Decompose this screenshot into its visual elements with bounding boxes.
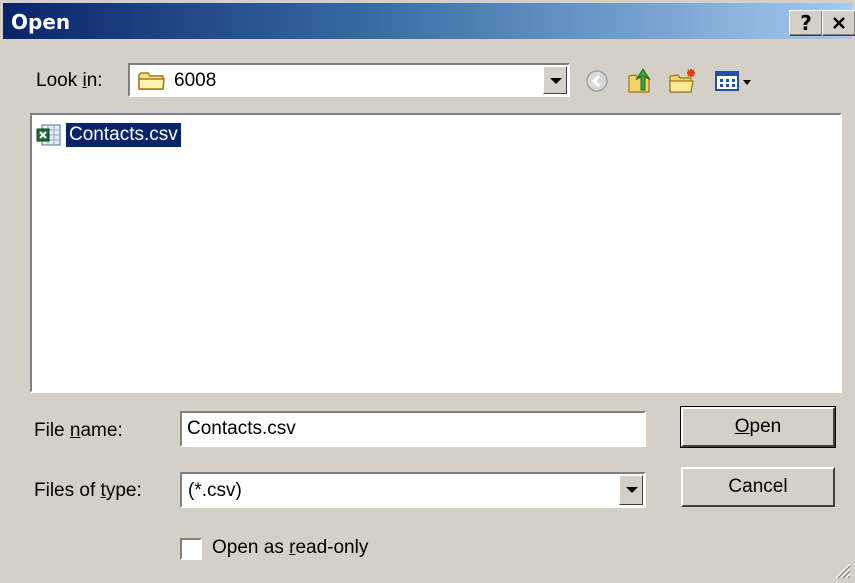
cancel-button[interactable]: Cancel <box>681 467 835 507</box>
back-arrow-icon[interactable] <box>582 66 612 96</box>
read-only-label-post: ead-only <box>295 537 369 558</box>
file-name-label: Contacts.csv <box>65 122 182 148</box>
file-type-dropdown-button[interactable] <box>619 475 643 505</box>
file-type-combobox[interactable]: (*.csv) <box>180 472 646 508</box>
excel-csv-file-icon <box>36 124 61 146</box>
file-name-input[interactable] <box>180 411 646 447</box>
file-name-label-key: n <box>69 420 81 441</box>
file-name-label-pre: File <box>34 420 70 441</box>
new-folder-icon[interactable] <box>668 66 698 96</box>
look-in-combobox[interactable]: 6008 <box>128 63 570 97</box>
look-in-label: Look in: <box>36 70 103 92</box>
file-name-label-post: ame: <box>80 420 123 441</box>
file-type-label-post: ype: <box>105 480 142 501</box>
chevron-down-icon <box>626 487 638 493</box>
chevron-down-icon <box>550 78 562 84</box>
look-in-label-post: n: <box>86 70 103 91</box>
read-only-label-pre: Open as <box>212 537 290 558</box>
read-only-checkbox[interactable] <box>180 538 202 560</box>
read-only-label[interactable]: Open as read-only <box>212 537 368 559</box>
file-list[interactable]: Contacts.csv <box>30 113 842 393</box>
resize-grip-icon[interactable] <box>831 559 851 579</box>
open-button[interactable]: Open <box>680 406 836 448</box>
window-title: Open <box>11 10 71 34</box>
folder-icon <box>138 72 165 90</box>
look-in-value: 6008 <box>174 70 217 91</box>
file-name-label-text: File name: <box>34 420 123 442</box>
close-icon <box>833 17 845 29</box>
look-in-dropdown-button[interactable] <box>543 66 567 94</box>
close-button[interactable] <box>822 10 855 36</box>
open-button-rest: pen <box>749 416 782 437</box>
file-type-value: (*.csv) <box>188 480 242 501</box>
file-type-label: Files of type: <box>34 480 142 502</box>
help-button[interactable]: ? <box>789 10 823 36</box>
open-dialog: Open ? Look in: 6008 Contacts.csv File n… <box>0 0 855 583</box>
open-button-key: O <box>734 416 750 437</box>
file-type-label-pre: Files of <box>34 480 101 501</box>
title-bar[interactable]: Open ? <box>3 3 855 39</box>
up-one-level-icon[interactable] <box>625 66 655 96</box>
views-menu-icon[interactable] <box>714 66 754 96</box>
look-in-label-pre: Look <box>36 70 83 91</box>
